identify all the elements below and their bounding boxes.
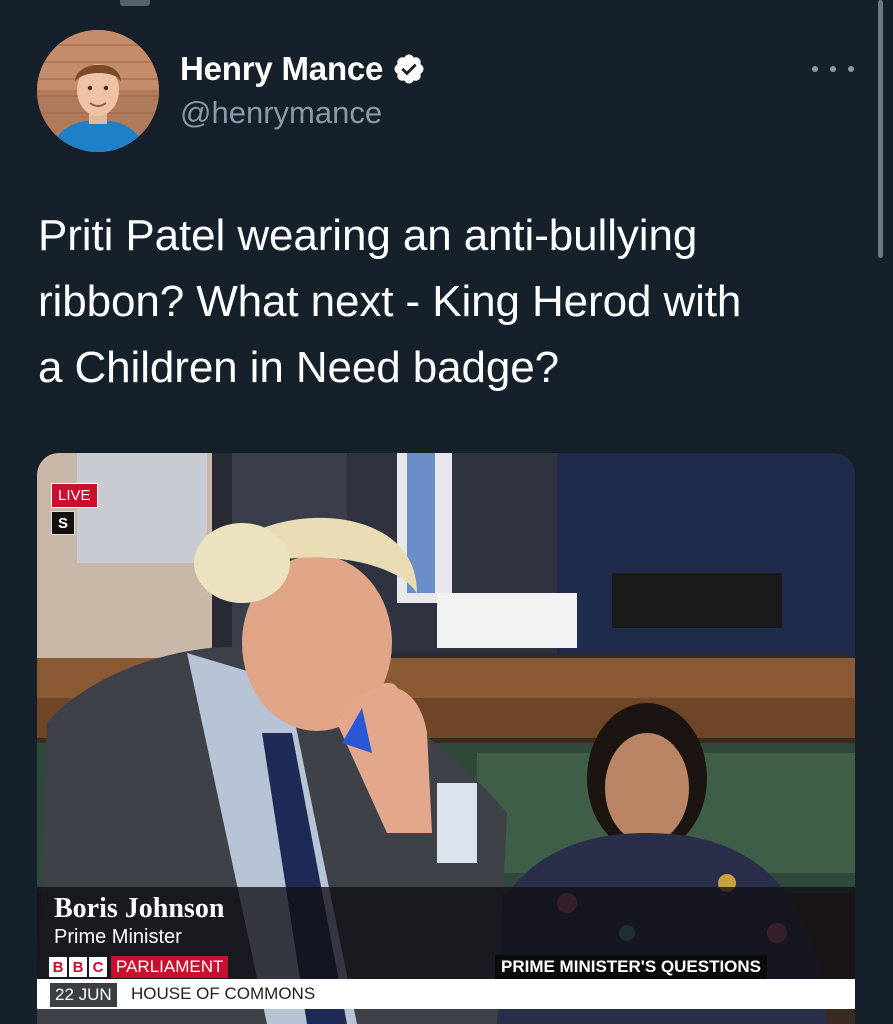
bbc-letter: B [69,957,87,977]
tweet-media-image[interactable]: LIVE S Boris Johnson Prime Minister B B … [37,453,855,1024]
bbc-letter: B [49,957,67,977]
tweet-text: Priti Patel wearing an anti-bullying rib… [38,211,742,392]
channel-badge: S [51,511,75,535]
tweet-page: Henry Mance @henrymance Priti Patel wear… [0,0,893,1024]
caption-date: 22 JUN [50,983,117,1007]
caption-location: HOUSE OF COMMONS [131,984,316,1003]
avatar-photo [37,30,159,152]
live-badge: LIVE [51,483,98,508]
previous-tweet-action-remnant [120,0,150,6]
scrollbar[interactable] [878,0,883,258]
author-display-name[interactable]: Henry Mance [180,50,383,88]
author-name-row[interactable]: Henry Mance [180,50,426,88]
more-dot [848,66,854,72]
more-options-icon[interactable] [812,57,854,81]
author-handle[interactable]: @henrymance [180,95,382,131]
more-dot [812,66,818,72]
caption-name: Boris Johnson [54,893,225,924]
verified-badge-icon [394,54,424,84]
bbc-parliament-logo: B B C PARLIAMENT [49,956,229,978]
avatar[interactable] [37,30,159,152]
network-label: PARLIAMENT [111,956,229,978]
bbc-letter: C [89,957,107,977]
more-dot [830,66,836,72]
programme-label: PRIME MINISTER'S QUESTIONS [495,955,768,981]
caption-title: Prime Minister [54,926,182,948]
